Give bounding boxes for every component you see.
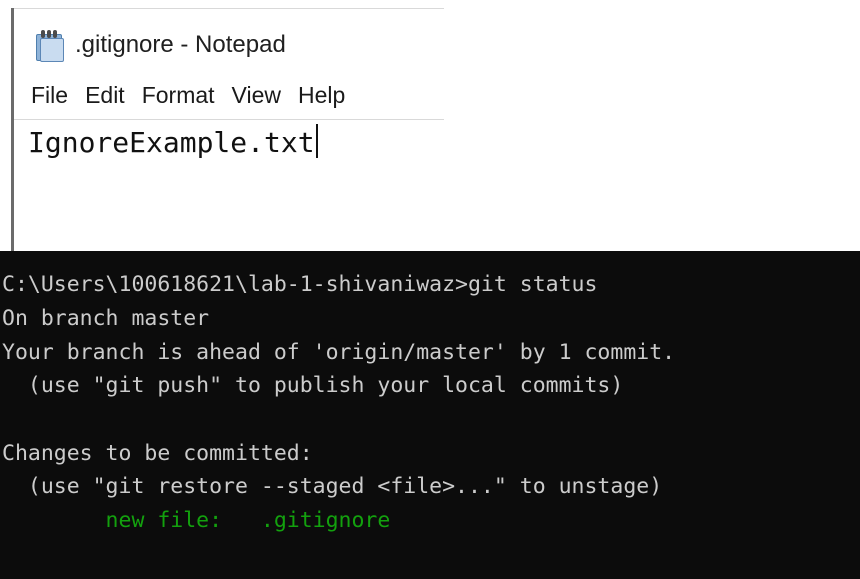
text-editor[interactable]: IgnoreExample.txt [28,123,318,163]
menu-edit[interactable]: Edit [85,82,125,109]
menu-bar: File Edit Format View Help [31,82,362,109]
menu-divider [14,119,444,120]
terminal-window[interactable]: C:\Users\100618621\lab-1-shivaniwaz>git … [0,251,860,579]
terminal-line-ahead: Your branch is ahead of 'origin/master' … [2,340,676,365]
terminal-line-restore-hint: (use "git restore --staged <file>..." to… [2,474,663,499]
terminal-line-push-hint: (use "git push" to publish your local co… [2,373,624,398]
menu-view[interactable]: View [232,82,281,109]
text-caret [315,124,318,158]
terminal-line-changes-header: Changes to be committed: [2,441,313,466]
menu-help[interactable]: Help [298,82,345,109]
editor-content: IgnoreExample.txt [28,126,315,159]
terminal-line-prompt: C:\Users\100618621\lab-1-shivaniwaz>git … [2,272,598,297]
window-border-left [11,8,14,251]
menu-format[interactable]: Format [142,82,215,109]
window-border-top [14,8,444,9]
terminal-line-branch: On branch master [2,306,210,331]
notepad-window: .gitignore - Notepad File Edit Format Vi… [0,0,444,251]
menu-file[interactable]: File [31,82,68,109]
window-title: .gitignore - Notepad [75,31,286,58]
notepad-icon [34,29,66,62]
title-bar[interactable]: .gitignore - Notepad [34,26,286,64]
terminal-line-new-file: new file: .gitignore [2,508,391,533]
